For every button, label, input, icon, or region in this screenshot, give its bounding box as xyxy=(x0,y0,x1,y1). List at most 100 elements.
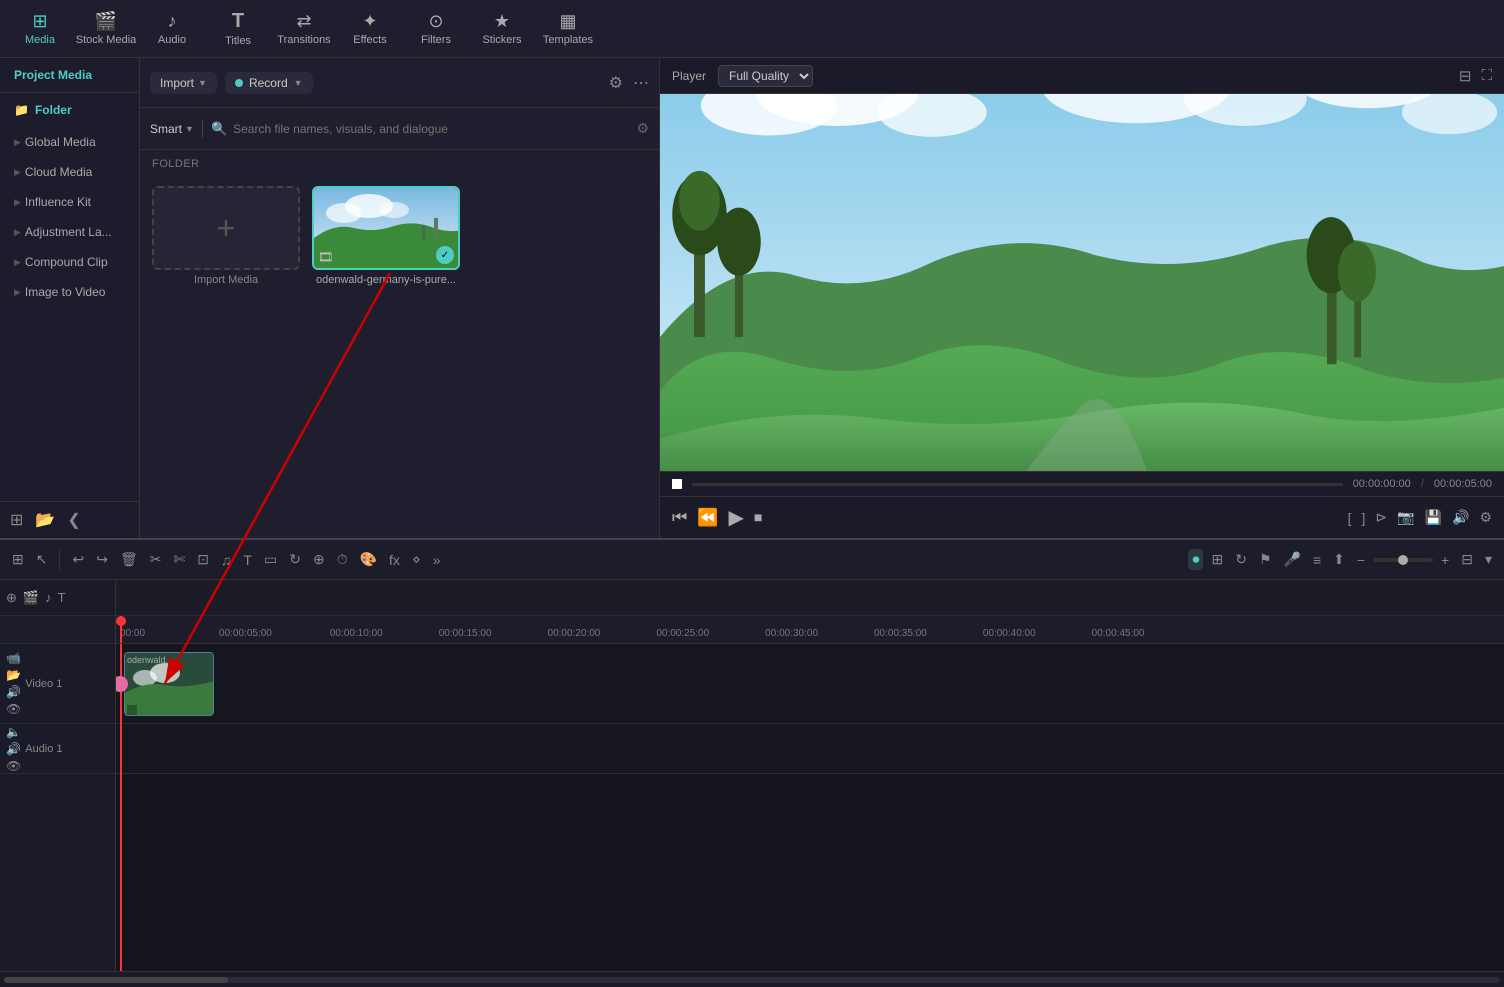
timeline-expand-icon[interactable]: ▾ xyxy=(1481,549,1496,570)
timeline-zoom-in-icon[interactable]: + xyxy=(1437,550,1453,570)
more-options-icon[interactable]: ⋯ xyxy=(633,73,649,93)
toolbar-filters[interactable]: ⊙ Filters xyxy=(404,4,468,54)
bracket-close-icon[interactable]: ] xyxy=(1362,510,1366,526)
skip-back-icon[interactable]: ⏮ xyxy=(672,508,687,528)
top-toolbar: ⊞ Media 🎬 Stock Media ♪ Audio T Titles ⇄… xyxy=(0,0,1504,58)
sidebar-item-adjustment[interactable]: ▶ Adjustment La... xyxy=(0,217,139,247)
audio1-mute-icon[interactable]: 👁 xyxy=(6,759,21,773)
timeline-speed-icon[interactable]: ⏱ xyxy=(333,549,352,570)
toolbar-stock-media[interactable]: 🎬 Stock Media xyxy=(74,4,138,54)
search-input[interactable] xyxy=(233,122,628,136)
collapse-icon[interactable]: ❮ xyxy=(67,510,80,530)
progress-bar[interactable] xyxy=(692,483,1343,486)
video1-label: Video 1 xyxy=(25,678,62,690)
toolbar-effects-label: Effects xyxy=(353,34,386,46)
sidebar-item-influence-kit[interactable]: ▶ Influence Kit xyxy=(0,187,139,217)
timeline-undo-icon[interactable]: ↩ xyxy=(68,549,88,570)
add-track-row-content xyxy=(116,580,1504,616)
timeline-delete-icon[interactable]: 🗑 xyxy=(116,549,142,570)
toolbar-transitions[interactable]: ⇄ Transitions xyxy=(272,4,336,54)
timeline-cut-icon[interactable]: ✄ xyxy=(169,549,189,570)
search-container: 🔍 xyxy=(211,121,629,137)
ruler-mark-15: 00:00:15:00 xyxy=(439,628,492,639)
grid-layout-icon[interactable]: ⊟ xyxy=(1459,67,1472,85)
zoom-slider[interactable] xyxy=(1373,558,1433,562)
timeline-fx-icon[interactable]: fx xyxy=(385,550,404,570)
timeline-export-icon[interactable]: ⬆ xyxy=(1329,549,1349,570)
timeline-record-btn[interactable]: ⏺ xyxy=(1188,549,1203,570)
video-clip-item[interactable]: odenwald... xyxy=(124,652,214,716)
video1-volume-icon[interactable]: 🔊 xyxy=(6,685,21,699)
folder-section-label: FOLDER xyxy=(140,150,659,174)
sidebar-item-global-media[interactable]: ▶ Global Media xyxy=(0,127,139,157)
media-icon: ⊞ xyxy=(32,11,47,32)
record-button[interactable]: Record ▼ xyxy=(225,72,313,94)
timeline-more-icon[interactable]: » xyxy=(429,550,445,570)
timeline-scroll-track[interactable] xyxy=(4,977,1500,983)
timeline-loop-icon[interactable]: ↻ xyxy=(1231,549,1251,570)
mark-icon[interactable]: ⊳ xyxy=(1375,509,1387,526)
sidebar-item-compound-clip[interactable]: ▶ Compound Clip xyxy=(0,247,139,277)
search-settings-icon[interactable]: ⚙ xyxy=(636,120,649,137)
sidebar-folder[interactable]: 📁 Folder xyxy=(0,93,139,127)
frame-back-icon[interactable]: ⏪ xyxy=(697,508,718,528)
toolbar-media[interactable]: ⊞ Media xyxy=(8,4,72,54)
timeline-mic-icon[interactable]: 🎤 xyxy=(1280,549,1305,570)
toolbar-templates[interactable]: ▦ Templates xyxy=(536,4,600,54)
timeline-cursor-icon[interactable]: ↖ xyxy=(32,549,52,570)
timeline-track-icon[interactable]: ≡ xyxy=(1309,550,1325,570)
fullscreen-icon[interactable]: ⛶ xyxy=(1481,67,1492,85)
timeline-snap-icon[interactable]: ⊞ xyxy=(1207,549,1227,570)
new-folder-icon[interactable]: 📂 xyxy=(35,510,55,530)
audio1-volume-icon[interactable]: 🔊 xyxy=(6,742,21,756)
add-icon: + xyxy=(217,210,236,247)
timeline-redo-icon[interactable]: ↪ xyxy=(92,549,112,570)
timeline-keyframe-icon[interactable]: ⋄ xyxy=(408,549,425,570)
audio1-speaker-icon[interactable]: 🔈 xyxy=(6,725,21,739)
settings2-icon[interactable]: ⚙ xyxy=(1479,509,1492,526)
timeline-split-icon[interactable]: ✂ xyxy=(146,549,166,570)
timeline-layout-icon[interactable]: ⊟ xyxy=(1457,549,1477,570)
sidebar-item-image-to-video[interactable]: ▶ Image to Video xyxy=(0,277,139,307)
quality-select[interactable]: Full Quality 1/2 Quality 1/4 Quality xyxy=(718,65,813,87)
stop-icon[interactable]: ⏹ xyxy=(754,508,763,528)
media-file-item[interactable]: 🎞 ✓ odenwald-germany-is-pure... xyxy=(312,186,460,286)
bracket-open-icon[interactable]: [ xyxy=(1348,510,1352,526)
volume-icon[interactable]: 🔊 xyxy=(1452,509,1469,526)
grid-view-icon[interactable]: ⊞ xyxy=(10,510,23,530)
add-video-track-icon[interactable]: 🎬 xyxy=(23,590,39,606)
save-frame-icon[interactable]: 💾 xyxy=(1425,509,1442,526)
timeline-audio-icon[interactable]: ♫ xyxy=(217,550,236,570)
toolbar-titles[interactable]: T Titles xyxy=(206,4,270,54)
toolbar-audio[interactable]: ♪ Audio xyxy=(140,4,204,54)
timeline-merge-icon[interactable]: ⊕ xyxy=(309,549,329,570)
sidebar-influence-kit-label: Influence Kit xyxy=(25,195,91,209)
progress-thumb[interactable] xyxy=(672,479,682,489)
toolbar-stickers[interactable]: ★ Stickers xyxy=(470,4,534,54)
add-title-track-icon[interactable]: T xyxy=(58,590,66,605)
play-icon[interactable]: ▶ xyxy=(728,505,743,530)
sidebar-item-cloud-media[interactable]: ▶ Cloud Media xyxy=(0,157,139,187)
timeline-rect-icon[interactable]: ▭ xyxy=(260,549,281,570)
timeline-color-icon[interactable]: 🎨 xyxy=(356,549,381,570)
snapshot-icon[interactable]: 📷 xyxy=(1397,509,1414,526)
tl-divider-1 xyxy=(59,550,60,570)
timeline-zoom-out-icon[interactable]: − xyxy=(1353,550,1369,570)
timeline-rotate-icon[interactable]: ↻ xyxy=(285,549,305,570)
import-media-item[interactable]: + Import Media xyxy=(152,186,300,286)
video1-eye-icon[interactable]: 👁 xyxy=(6,702,21,716)
timeline-text-icon[interactable]: T xyxy=(239,550,256,570)
filter-icon[interactable]: ⚙ xyxy=(609,73,623,93)
video1-folder-icon[interactable]: 📂 xyxy=(6,668,21,682)
toolbar-stock-media-label: Stock Media xyxy=(76,34,137,46)
video1-camera-icon[interactable]: 📹 xyxy=(6,651,21,665)
add-track-icon[interactable]: ⊕ xyxy=(6,590,17,606)
toolbar-effects[interactable]: ✦ Effects xyxy=(338,4,402,54)
import-button[interactable]: Import ▼ xyxy=(150,72,217,94)
timeline-marker-icon[interactable]: ⚑ xyxy=(1255,549,1276,570)
add-audio-track-icon[interactable]: ♪ xyxy=(45,590,52,605)
timeline-crop-icon[interactable]: ⊡ xyxy=(193,549,213,570)
smart-button[interactable]: Smart ▼ xyxy=(150,122,194,136)
timeline-grid-icon[interactable]: ⊞ xyxy=(8,549,28,570)
timeline-empty-space xyxy=(116,774,1504,971)
